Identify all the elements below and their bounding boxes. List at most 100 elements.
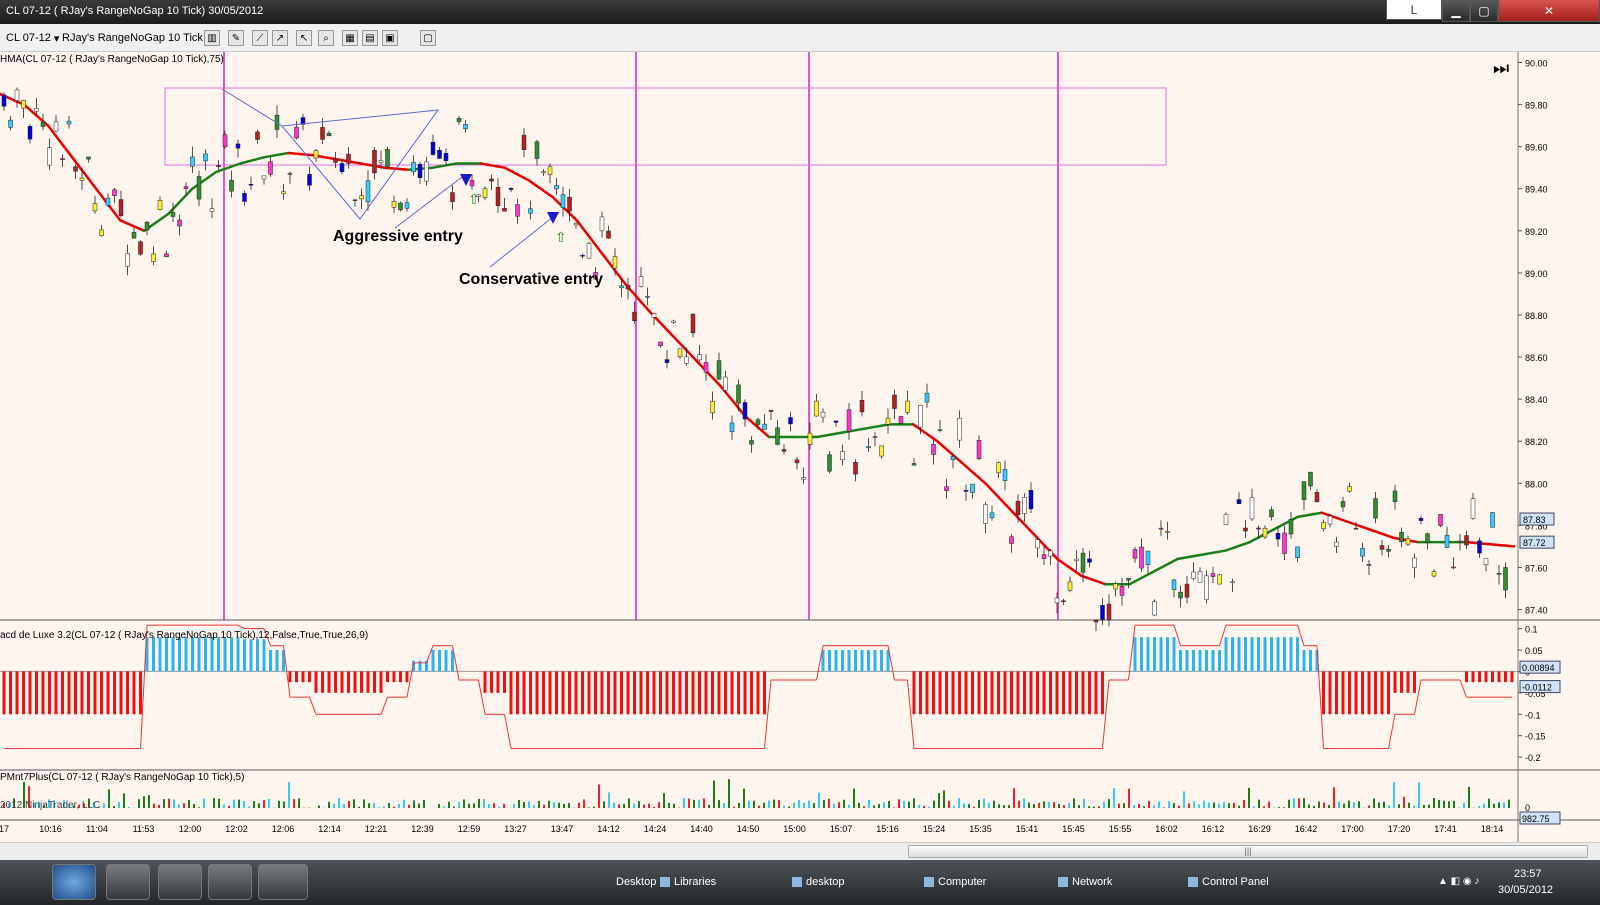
macd-histogram-bar bbox=[61, 671, 64, 715]
period-selector[interactable]: RJay's RangeNoGap 10 Tick ▾ bbox=[62, 30, 211, 46]
properties-icon[interactable]: ▣ bbox=[382, 30, 398, 46]
candle-body bbox=[1074, 558, 1079, 561]
macd-histogram-bar bbox=[399, 671, 402, 683]
macd-histogram-bar bbox=[1465, 671, 1468, 683]
firefox-icon[interactable] bbox=[158, 864, 202, 900]
ninjatrader-icon[interactable] bbox=[258, 864, 308, 900]
x-tick-label: 15:07 bbox=[830, 824, 853, 834]
pointer-icon[interactable]: ↖ bbox=[296, 30, 312, 46]
data-box-icon[interactable]: ▤ bbox=[362, 30, 378, 46]
candle-body bbox=[1067, 581, 1073, 591]
x-tick-label: 14:50 bbox=[737, 824, 760, 834]
close-icon[interactable]: ✕ bbox=[1498, 0, 1600, 22]
momentum-bar bbox=[1293, 798, 1295, 808]
candle-body bbox=[53, 121, 59, 132]
bar-type-icon[interactable]: ▥ bbox=[204, 30, 220, 46]
libraries-link[interactable]: Libraries bbox=[660, 876, 716, 888]
cursor-icon[interactable]: ↗ bbox=[272, 30, 288, 46]
hma-line-segment bbox=[503, 166, 530, 182]
network-link[interactable]: Network bbox=[1058, 876, 1112, 888]
skip-to-end-icon[interactable]: ⏭ bbox=[1493, 58, 1509, 79]
momentum-bar bbox=[928, 806, 930, 808]
candle-body bbox=[762, 423, 767, 430]
macd-histogram-bar bbox=[1185, 650, 1189, 672]
momentum-bar bbox=[418, 803, 420, 808]
candle-body bbox=[749, 440, 754, 445]
candle-body bbox=[73, 166, 78, 172]
momentum-bar bbox=[1498, 802, 1500, 808]
tray-icons[interactable]: ▲ ◧ ◉ ♪ bbox=[1438, 876, 1479, 887]
x-tick-label: 18:14 bbox=[1481, 824, 1504, 834]
minimize-icon[interactable]: ▁ bbox=[1442, 0, 1470, 22]
computer-link[interactable]: Computer bbox=[924, 876, 986, 888]
macd-histogram-bar bbox=[1341, 671, 1345, 715]
pencil-icon[interactable]: ✎ bbox=[228, 30, 244, 46]
candle-body bbox=[1022, 497, 1027, 514]
start-icon[interactable] bbox=[52, 864, 96, 900]
macd-histogram-bar bbox=[847, 650, 851, 672]
momentum-bar bbox=[363, 799, 365, 808]
candle-body bbox=[515, 204, 520, 217]
macd-histogram-bar bbox=[1192, 650, 1195, 672]
chart-area[interactable]: 90.00 89.80 89.60 89.40 89.20 89.00 88.80 88.60… bbox=[0, 52, 1600, 842]
momentum-bar bbox=[1263, 806, 1265, 808]
macd-histogram-bar bbox=[295, 671, 298, 683]
momentum-bar bbox=[808, 800, 810, 808]
control-panel-link[interactable]: Control Panel bbox=[1188, 876, 1269, 888]
macd-histogram-bar bbox=[158, 637, 162, 672]
momentum-bar bbox=[523, 802, 525, 808]
momentum-bar bbox=[728, 779, 730, 808]
scroll-thumb[interactable]: ||| bbox=[908, 845, 1588, 858]
candle-body bbox=[723, 376, 728, 391]
ie-icon[interactable] bbox=[208, 864, 252, 900]
momentum-bar bbox=[813, 803, 815, 808]
macd-histogram-bar bbox=[561, 671, 565, 715]
candle-body bbox=[1431, 571, 1437, 577]
draw-icon[interactable]: ⟋ bbox=[252, 30, 268, 46]
desktop-link[interactable]: desktop bbox=[792, 876, 845, 888]
macd-histogram-bar bbox=[737, 671, 740, 715]
macd-histogram-bar bbox=[360, 671, 363, 693]
momentum-bar bbox=[1433, 798, 1435, 808]
candle-body bbox=[1249, 497, 1255, 520]
macd-histogram-bar bbox=[1224, 637, 1228, 672]
template-icon[interactable]: ▢ bbox=[420, 30, 436, 46]
momentum-bar bbox=[633, 803, 635, 808]
candle-body bbox=[944, 486, 949, 491]
momentum-bar bbox=[628, 798, 630, 808]
candle-body bbox=[1035, 539, 1040, 549]
momentum-bar bbox=[698, 799, 700, 808]
explorer-icon[interactable] bbox=[106, 864, 150, 900]
macd-histogram-bar bbox=[41, 671, 45, 715]
candle-body bbox=[508, 188, 514, 190]
desktop-toolbar-label[interactable]: Desktop bbox=[616, 876, 656, 888]
candle-body bbox=[872, 436, 878, 438]
candle-body bbox=[125, 253, 130, 267]
macd-histogram-bar bbox=[1146, 637, 1150, 672]
horizontal-scrollbar[interactable]: ||| bbox=[0, 842, 1600, 860]
macd-histogram-bar bbox=[353, 671, 357, 693]
candle-body bbox=[1262, 527, 1268, 538]
candle-body bbox=[599, 216, 605, 232]
candle-body bbox=[1327, 515, 1333, 525]
instrument-selector[interactable]: CL 07-12 ▾ bbox=[6, 30, 59, 46]
maximize-icon[interactable]: ▢ bbox=[1470, 0, 1498, 22]
momentum-bar bbox=[1328, 805, 1330, 808]
l-button[interactable]: L bbox=[1386, 0, 1442, 20]
macd-histogram-bar bbox=[1179, 650, 1182, 672]
window-title: CL 07-12 ( RJay's RangeNoGap 10 Tick) 30… bbox=[6, 5, 264, 17]
momentum-bar bbox=[378, 807, 380, 808]
candle-body bbox=[229, 179, 234, 192]
momentum-bar bbox=[863, 806, 865, 808]
candle-body bbox=[66, 120, 72, 125]
candle-body bbox=[658, 341, 663, 346]
macd-histogram-bar bbox=[646, 671, 649, 715]
chart-trader-icon[interactable]: ▦ bbox=[342, 30, 358, 46]
momentum-bar bbox=[663, 793, 665, 808]
zoom-icon[interactable]: ⌕ bbox=[318, 30, 334, 46]
momentum-bar bbox=[583, 799, 585, 808]
chart-svg[interactable]: 90.00 89.80 89.60 89.40 89.20 89.00 88.80 88.60… bbox=[0, 52, 1600, 842]
x-tick-label: 17:00 bbox=[1341, 824, 1364, 834]
momentum-bar bbox=[1313, 806, 1315, 808]
candle-body bbox=[606, 230, 611, 239]
